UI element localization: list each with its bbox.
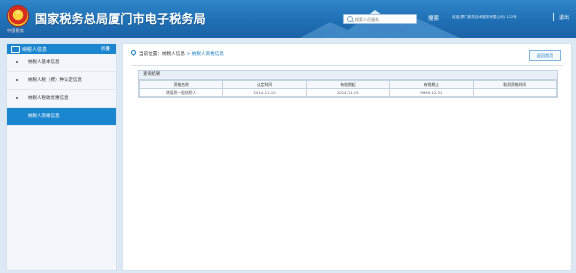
sidebar-item-tax-type[interactable]: 纳税人税（费）种认定信息 [7, 72, 116, 90]
table-cell: 2014-11-10 [222, 88, 307, 97]
sidebar-item-tax-preference[interactable]: 纳税人税收优惠信息 [7, 90, 116, 108]
bullet-icon [16, 97, 18, 99]
column-header: 有效期止 [389, 80, 474, 89]
sidebar-item-basic-info[interactable]: 纳税人基本信息 [7, 54, 116, 72]
table-cell: 2014-11-01 [305, 88, 391, 97]
user-info: 欢迎(厦门税务技术服务有限公司) 122号 [452, 15, 517, 19]
sidebar-item-label: 纳税人资格信息 [28, 114, 60, 119]
search-icon [347, 16, 353, 22]
sidebar-item-label: 纳税人税（费）种认定信息 [28, 78, 82, 83]
sidebar: 纳税人信息 折叠 纳税人基本信息 纳税人税（费）种认定信息 纳税人税收优惠信息 … [6, 43, 117, 271]
table-header-row: 资格名称 认定时间 有效期起 有效期止 取消资格时间 [138, 80, 558, 89]
logout-button[interactable]: 退出 [559, 14, 569, 21]
search-button[interactable]: 搜索 [428, 14, 439, 22]
sidebar-item-qualification[interactable]: 纳税人资格信息 [7, 108, 116, 126]
breadcrumb-level1[interactable]: 纳税人信息 [162, 52, 185, 57]
column-header: 有效期起 [305, 80, 391, 89]
bullet-icon [16, 61, 18, 63]
result-title: 查询结果 [139, 71, 557, 80]
sidebar-collapse-button[interactable]: 折叠 [101, 46, 110, 52]
back-home-button[interactable]: 返回首页 [529, 50, 561, 61]
breadcrumb-separator: > [184, 52, 192, 57]
star-icon: ★ [15, 9, 22, 17]
bullet-icon [16, 79, 18, 81]
search-box[interactable] [343, 14, 417, 24]
content-divider [131, 65, 563, 66]
breadcrumb: 当前位置：纳税人信息 > 纳税人资格信息 [129, 48, 224, 57]
emblem-caption: 中国税务 [7, 28, 25, 33]
column-header: 资格名称 [138, 80, 224, 89]
header-divider [553, 13, 554, 21]
location-pin-icon [129, 48, 138, 57]
table-cell: 增值税一般纳税人 [138, 88, 224, 97]
qualification-table: 资格名称 认定时间 有效期起 有效期止 取消资格时间 增值税一般纳税人 2014… [138, 80, 558, 97]
table-cell: 9999-12-31 [389, 88, 474, 97]
search-input[interactable] [355, 15, 413, 23]
header-bar: ★ 中国税务 国家税务总局厦门市电子税务局 搜索 欢迎(厦门税务技术服务有限公司… [0, 0, 576, 38]
table-cell [472, 88, 558, 97]
result-panel: 查询结果 资格名称 认定时间 有效期起 有效期止 取消资格时间 增值税一般纳税人… [138, 70, 558, 98]
column-header: 认定时间 [222, 80, 307, 89]
breadcrumb-current: 纳税人资格信息 [191, 52, 224, 57]
site-title: 国家税务总局厦门市电子税务局 [35, 12, 206, 26]
sidebar-item-label: 纳税人基本信息 [28, 60, 60, 65]
sidebar-header: 纳税人信息 折叠 [7, 44, 116, 54]
folder-icon [11, 46, 20, 53]
breadcrumb-prefix: 当前位置： [139, 52, 162, 57]
main-panel: 当前位置：纳税人信息 > 纳税人资格信息 返回首页 查询结果 资格名称 认定时间… [122, 43, 572, 271]
table-row: 增值税一般纳税人 2014-11-10 2014-11-01 9999-12-3… [138, 88, 558, 97]
column-header: 取消资格时间 [472, 80, 558, 89]
sidebar-title: 纳税人信息 [22, 47, 48, 53]
sidebar-item-label: 纳税人税收优惠信息 [28, 96, 69, 101]
